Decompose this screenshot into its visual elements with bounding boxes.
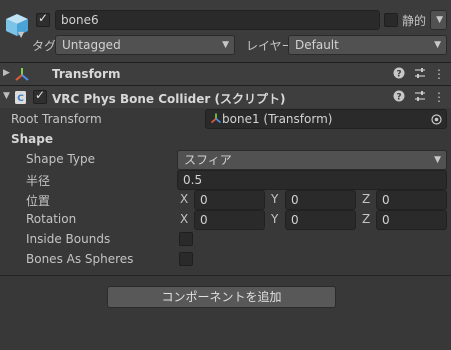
position-y-field[interactable]: 0 — [285, 190, 356, 210]
collider-header[interactable]: ▼ C VRC Phys Bone Collider (スクリプト) ? ⋮ — [0, 85, 451, 108]
position-y-value: 0 — [291, 193, 299, 207]
static-label: 静的 — [402, 14, 427, 28]
presets-icon[interactable] — [413, 67, 427, 82]
rotation-x-field[interactable]: 0 — [194, 210, 265, 230]
rotation-x-label[interactable]: X — [180, 212, 188, 226]
chevron-down-icon[interactable]: ▼ — [18, 30, 24, 39]
chevron-down-icon: ▼ — [436, 15, 443, 25]
cube-icon[interactable] — [4, 12, 30, 38]
object-picker-icon[interactable] — [431, 114, 442, 125]
shape-type-label: Shape Type — [26, 152, 95, 166]
object-name-field[interactable]: bone6 — [55, 10, 380, 30]
root-transform-value: bone1 (Transform) — [222, 112, 333, 126]
chevron-right-icon[interactable]: ▶ — [3, 68, 10, 78]
kebab-menu-icon[interactable]: ⋮ — [432, 67, 446, 81]
shape-type-value: スフィア — [184, 153, 232, 167]
svg-text:?: ? — [396, 93, 401, 103]
chevron-down-icon: ▼ — [434, 155, 441, 165]
bones-as-spheres-label: Bones As Spheres — [26, 252, 134, 266]
transform-header[interactable]: ▶ Transform ? ⋮ — [0, 62, 451, 85]
position-x-field[interactable]: 0 — [194, 190, 265, 210]
script-icon: C — [15, 91, 26, 104]
rotation-label: Rotation — [26, 212, 77, 226]
shape-section-header: Shape — [11, 132, 54, 146]
inside-bounds-label: Inside Bounds — [26, 232, 111, 246]
svg-text:C: C — [17, 94, 24, 104]
object-header: ▼ bone6 静的 ▼ タグ Untagged ▼ レイヤー Default … — [0, 0, 451, 62]
static-checkbox[interactable] — [384, 13, 398, 27]
tag-value: Untagged — [62, 38, 121, 52]
radius-field[interactable]: 0.5 — [177, 170, 447, 190]
presets-icon[interactable] — [413, 90, 427, 105]
layer-dropdown[interactable]: Default ▼ — [288, 35, 447, 55]
rotation-y-value: 0 — [291, 213, 299, 227]
rotation-z-value: 0 — [382, 213, 390, 227]
position-label: 位置 — [26, 194, 51, 208]
tag-dropdown[interactable]: Untagged ▼ — [55, 35, 235, 55]
add-component-label: コンポーネントを追加 — [161, 290, 282, 304]
radius-label: 半径 — [26, 174, 51, 188]
rotation-z-label[interactable]: Z — [362, 212, 370, 226]
tag-label: タグ — [32, 39, 57, 53]
static-dropdown[interactable]: ▼ — [430, 10, 447, 30]
position-y-label[interactable]: Y — [271, 192, 278, 206]
bones-as-spheres-checkbox[interactable] — [179, 252, 193, 266]
collider-title: VRC Phys Bone Collider (スクリプト) — [52, 92, 286, 106]
chevron-down-icon: ▼ — [222, 40, 229, 50]
inside-bounds-checkbox[interactable] — [179, 232, 193, 246]
shape-type-dropdown[interactable]: スフィア ▼ — [177, 150, 447, 170]
layer-label: レイヤー — [246, 39, 294, 53]
collider-enabled-checkbox[interactable] — [33, 88, 47, 104]
transform-axes-icon — [210, 113, 222, 124]
help-icon[interactable]: ? — [392, 67, 406, 82]
radius-value: 0.5 — [183, 173, 203, 187]
position-z-value: 0 — [382, 193, 390, 207]
layer-value: Default — [295, 38, 339, 52]
object-name-text: bone6 — [61, 13, 99, 27]
rotation-y-field[interactable]: 0 — [285, 210, 356, 230]
root-transform-label: Root Transform — [11, 112, 102, 126]
transform-axes-icon — [15, 68, 29, 81]
rotation-x-value: 0 — [200, 213, 208, 227]
position-z-field[interactable]: 0 — [376, 190, 447, 210]
rotation-y-label[interactable]: Y — [271, 212, 278, 226]
help-icon[interactable]: ? — [392, 90, 406, 105]
chevron-down-icon: ▼ — [434, 40, 441, 50]
add-component-button[interactable]: コンポーネントを追加 — [107, 286, 336, 308]
position-x-label[interactable]: X — [180, 192, 188, 206]
component-divider — [0, 275, 451, 276]
transform-title: Transform — [52, 67, 121, 81]
object-active-checkbox[interactable] — [36, 11, 50, 27]
kebab-menu-icon[interactable]: ⋮ — [432, 90, 446, 104]
position-x-value: 0 — [200, 193, 208, 207]
rotation-z-field[interactable]: 0 — [376, 210, 447, 230]
svg-text:?: ? — [396, 70, 401, 80]
root-transform-field[interactable]: bone1 (Transform) — [205, 109, 447, 129]
chevron-down-icon[interactable]: ▼ — [3, 91, 10, 101]
position-z-label[interactable]: Z — [362, 192, 370, 206]
